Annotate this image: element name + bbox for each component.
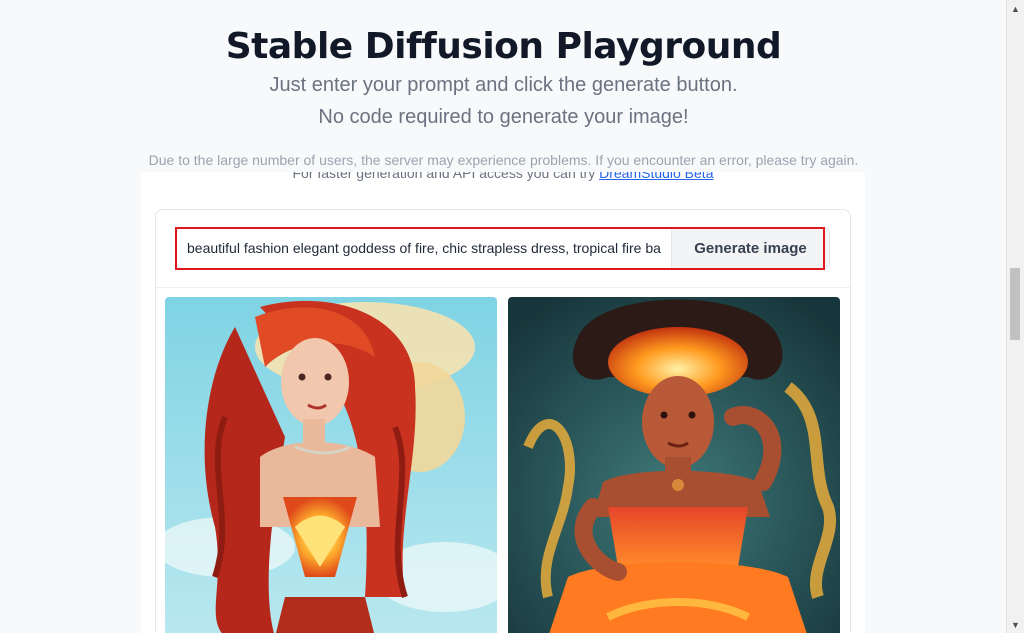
prompt-input[interactable] xyxy=(177,228,671,268)
generator-card: Generate image xyxy=(155,209,851,633)
playground-frame: For faster generation and API access you… xyxy=(141,172,865,633)
api-access-line: For faster generation and API access you… xyxy=(141,172,865,182)
scrollbar-thumb[interactable] xyxy=(1010,268,1020,340)
page-scrollbar[interactable]: ▲ ▼ xyxy=(1006,0,1024,633)
page-title: Stable Diffusion Playground xyxy=(225,26,782,68)
generated-image-1 xyxy=(165,297,497,633)
scroll-up-arrow-icon[interactable]: ▲ xyxy=(1007,0,1024,17)
subtitle-line-1: Just enter your prompt and click the gen… xyxy=(269,74,738,96)
card-divider xyxy=(156,287,850,288)
api-access-text: For faster generation and API access you… xyxy=(292,172,600,181)
subtitle-line-2: No code required to generate your image! xyxy=(318,106,689,128)
scroll-down-arrow-icon[interactable]: ▼ xyxy=(1007,616,1024,633)
generate-image-button[interactable]: Generate image xyxy=(671,228,829,268)
dreamstudio-link[interactable]: DreamStudio Beta xyxy=(599,172,713,181)
generated-image-2 xyxy=(508,297,840,633)
prompt-row: Generate image xyxy=(176,227,830,269)
server-notice: Due to the large number of users, the se… xyxy=(148,152,859,168)
